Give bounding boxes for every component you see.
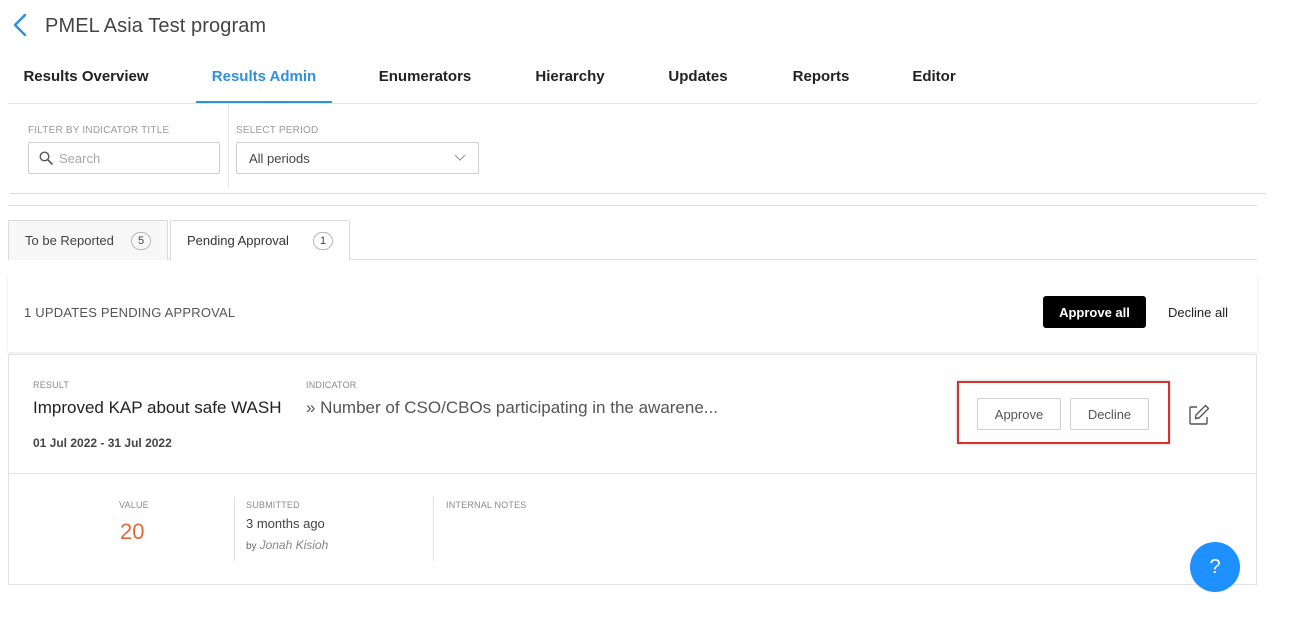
section-divider bbox=[8, 205, 1257, 206]
period-range: 01 Jul 2022 - 31 Jul 2022 bbox=[33, 436, 172, 450]
status-tabs: To be Reported 5 Pending Approval 1 bbox=[8, 220, 1257, 261]
indicator-label: INDICATOR bbox=[306, 380, 357, 390]
update-value: 20 bbox=[120, 519, 145, 544]
tab-enumerators[interactable]: Enumerators bbox=[365, 52, 485, 103]
period-select-value: All periods bbox=[249, 151, 310, 166]
pending-count-label: 1 UPDATES PENDING APPROVAL bbox=[24, 305, 236, 320]
chevron-left-icon[interactable] bbox=[10, 12, 32, 38]
count-badge: 1 bbox=[313, 232, 333, 250]
filter-divider bbox=[228, 104, 229, 188]
submitted-time: 3 months ago bbox=[246, 516, 325, 531]
submitted-label: SUBMITTED bbox=[246, 500, 300, 510]
edit-icon[interactable] bbox=[1187, 403, 1211, 427]
search-box[interactable] bbox=[28, 142, 220, 174]
tab-to-be-reported[interactable]: To be Reported 5 bbox=[8, 220, 168, 260]
update-card-details: VALUE 20 SUBMITTED 3 months ago by Jonah … bbox=[9, 475, 1256, 585]
column-divider bbox=[234, 497, 235, 561]
search-icon bbox=[39, 151, 53, 165]
submitter-name: Jonah Kisioh bbox=[259, 538, 329, 552]
internal-notes-label: INTERNAL NOTES bbox=[446, 500, 527, 510]
update-card: RESULT Improved KAP about safe WASH INDI… bbox=[8, 354, 1257, 585]
main-nav: Results Overview Results Admin Enumerato… bbox=[8, 52, 1257, 104]
tab-reports[interactable]: Reports bbox=[776, 52, 866, 103]
page-header: PMEL Asia Test program bbox=[0, 0, 1290, 52]
column-divider bbox=[433, 497, 434, 561]
page-title: PMEL Asia Test program bbox=[45, 15, 267, 37]
indicator-filter-label: FILTER BY INDICATOR TITLE bbox=[28, 125, 170, 136]
approve-all-button[interactable]: Approve all bbox=[1043, 296, 1146, 328]
decline-button[interactable]: Decline bbox=[1070, 398, 1149, 430]
submitted-by-prefix: by bbox=[246, 541, 257, 552]
period-filter-label: SELECT PERIOD bbox=[236, 125, 319, 136]
pending-summary-bar: 1 UPDATES PENDING APPROVAL Approve all D… bbox=[8, 276, 1257, 352]
decline-all-button[interactable]: Decline all bbox=[1152, 296, 1244, 328]
tab-label: Pending Approval bbox=[187, 233, 289, 248]
tab-updates[interactable]: Updates bbox=[653, 52, 743, 103]
indicator-title: » Number of CSO/CBOs participating in th… bbox=[306, 398, 718, 417]
period-select[interactable]: All periods bbox=[236, 142, 479, 174]
approve-button[interactable]: Approve bbox=[977, 398, 1061, 430]
update-card-header: RESULT Improved KAP about safe WASH INDI… bbox=[9, 355, 1256, 474]
chevron-down-icon bbox=[454, 154, 466, 161]
result-title: Improved KAP about safe WASH bbox=[33, 398, 282, 417]
search-input[interactable] bbox=[59, 143, 214, 173]
filter-bar: FILTER BY INDICATOR TITLE SELECT PERIOD … bbox=[10, 104, 1266, 194]
value-label: VALUE bbox=[119, 500, 149, 510]
count-badge: 5 bbox=[131, 232, 151, 250]
submitted-by: by Jonah Kisioh bbox=[246, 538, 328, 552]
tab-results-overview[interactable]: Results Overview bbox=[8, 52, 164, 103]
help-icon[interactable]: ? bbox=[1190, 542, 1240, 592]
tab-editor[interactable]: Editor bbox=[897, 52, 971, 103]
tab-label: To be Reported bbox=[25, 233, 114, 248]
tab-pending-approval[interactable]: Pending Approval 1 bbox=[170, 220, 350, 261]
result-label: RESULT bbox=[33, 380, 70, 390]
tab-hierarchy[interactable]: Hierarchy bbox=[518, 52, 622, 103]
tab-results-admin[interactable]: Results Admin bbox=[196, 52, 332, 103]
